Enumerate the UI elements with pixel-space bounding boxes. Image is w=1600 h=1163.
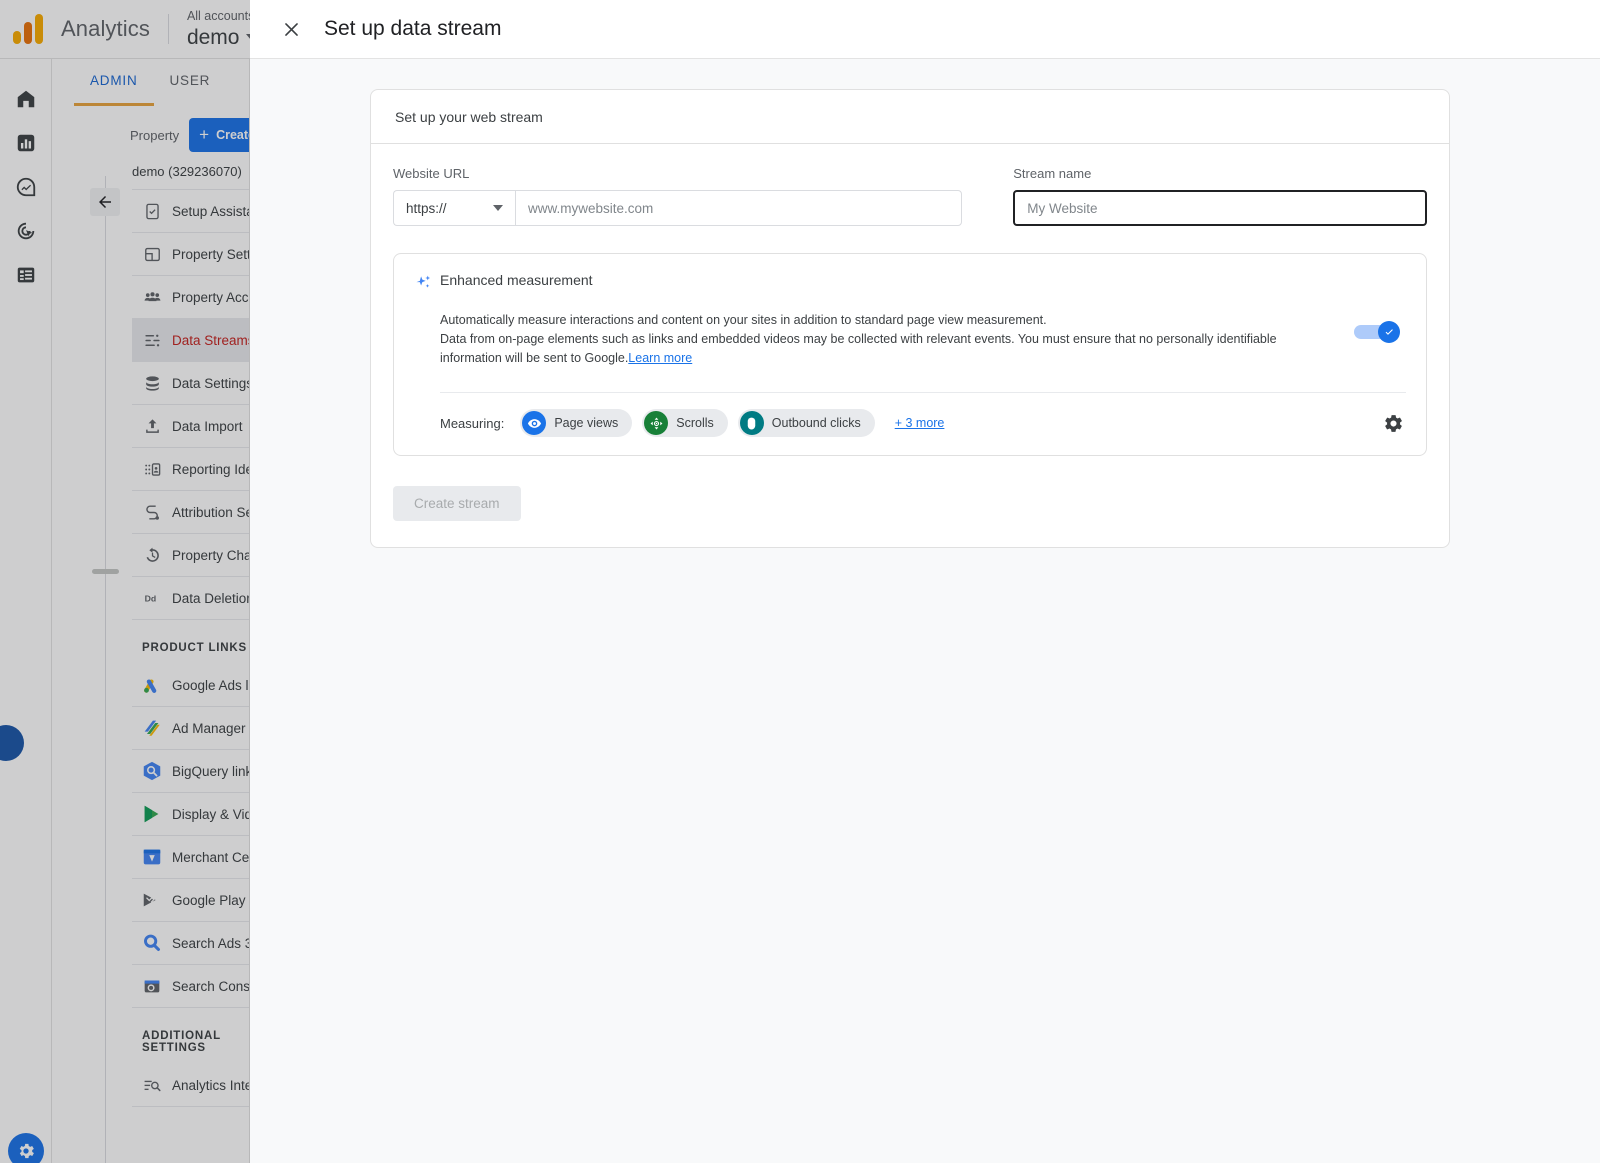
enhanced-measurement-line2: Data from on-page elements such as links… xyxy=(440,330,1330,368)
website-url-field: Website URL https:// xyxy=(393,166,963,226)
create-stream-button[interactable]: Create stream xyxy=(393,486,521,521)
chip-outbound-clicks[interactable]: Outbound clicks xyxy=(737,409,875,437)
chevron-down-icon xyxy=(493,205,503,211)
web-stream-card: Set up your web stream Website URL https… xyxy=(370,89,1450,548)
card-body: Website URL https:// Stream name xyxy=(371,144,1449,547)
toggle-knob xyxy=(1378,321,1400,343)
eye-icon xyxy=(522,411,547,435)
dialog-title: Set up data stream xyxy=(324,17,502,40)
close-icon xyxy=(284,22,298,36)
enhanced-measurement-panel: Enhanced measurement Automatically measu… xyxy=(393,253,1427,456)
check-icon xyxy=(1385,328,1393,335)
scroll-target-icon xyxy=(644,411,669,435)
enhanced-measurement-text: Automatically measure interactions and c… xyxy=(440,311,1330,368)
form-fields-row: Website URL https:// Stream name xyxy=(393,166,1427,226)
website-url-label: Website URL xyxy=(393,166,470,181)
chip-scrolls[interactable]: Scrolls xyxy=(642,409,728,437)
chip-label: Outbound clicks xyxy=(771,416,861,430)
enhanced-measurement-body: Automatically measure interactions and c… xyxy=(394,298,1426,368)
enhanced-measurement-settings-button[interactable] xyxy=(1380,410,1406,436)
enhanced-measurement-toggle[interactable] xyxy=(1354,321,1400,343)
scheme-value: https:// xyxy=(406,200,447,216)
mouse-icon xyxy=(739,411,764,435)
stream-name-input[interactable] xyxy=(1013,190,1427,226)
sparkle-icon xyxy=(414,271,440,298)
screen-root: Analytics All accounts > d demo ADMIN US… xyxy=(0,0,1600,1163)
enhanced-measurement-line1: Automatically measure interactions and c… xyxy=(440,313,1047,327)
chip-page-views[interactable]: Page views xyxy=(520,409,633,437)
chip-label: Scrolls xyxy=(676,416,714,430)
enhanced-measurement-toggle-wrap xyxy=(1330,311,1400,368)
enhanced-measurement-line2-text: Data from on-page elements such as links… xyxy=(440,332,1277,365)
learn-more-link[interactable]: Learn more xyxy=(628,351,692,365)
enhanced-measurement-title: Enhanced measurement xyxy=(440,272,593,288)
scheme-select[interactable]: https:// xyxy=(393,190,515,226)
measuring-row: Measuring: Page views Scrolls Outbound c… xyxy=(394,393,1426,455)
dialog-header: Set up data stream xyxy=(250,0,1600,59)
website-url-input[interactable] xyxy=(515,190,963,226)
measuring-label: Measuring: xyxy=(440,415,505,431)
stream-name-label: Stream name xyxy=(1013,166,1092,181)
card-header: Set up your web stream xyxy=(371,90,1449,144)
website-url-row: https:// xyxy=(393,190,963,226)
close-button[interactable] xyxy=(278,16,304,42)
dialog-body: Set up your web stream Website URL https… xyxy=(250,59,1600,1163)
enhanced-measurement-header: Enhanced measurement xyxy=(394,254,1426,298)
stream-name-field: Stream name xyxy=(1013,166,1427,226)
gear-icon xyxy=(1384,414,1402,432)
setup-data-stream-dialog: Set up data stream Set up your web strea… xyxy=(250,0,1600,1163)
chip-label: Page views xyxy=(554,416,619,430)
more-events-link[interactable]: + 3 more xyxy=(895,416,945,430)
